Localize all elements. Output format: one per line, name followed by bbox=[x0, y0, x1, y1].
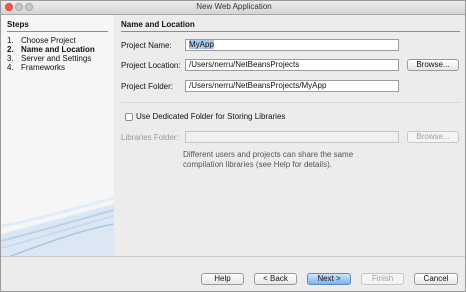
section-heading: Name and Location bbox=[121, 20, 195, 29]
next-button[interactable]: Next > bbox=[307, 273, 351, 285]
back-button[interactable]: < Back bbox=[254, 273, 297, 285]
window-title: New Web Application bbox=[196, 2, 272, 11]
steps-panel: Steps 1. Choose Project 2. Name and Locati… bbox=[1, 15, 114, 256]
steps-heading: Steps bbox=[7, 20, 29, 29]
project-location-input[interactable]: /Users/nerru/NetBeansProjects bbox=[185, 59, 399, 71]
project-folder-input[interactable]: /Users/nerru/NetBeansProjects/MyApp bbox=[185, 80, 399, 92]
project-location-label: Project Location: bbox=[121, 61, 181, 70]
steps-list: 1. Choose Project 2. Name and Location 3. S… bbox=[7, 36, 95, 72]
project-name-input[interactable]: MyApp bbox=[185, 39, 399, 51]
title-bar: New Web Application bbox=[1, 1, 465, 15]
dedicated-folder-checkbox[interactable] bbox=[125, 113, 133, 121]
libraries-folder-label: Libraries Folder: bbox=[121, 133, 179, 142]
browse-location-button[interactable]: Browse... bbox=[407, 59, 459, 71]
project-name-label: Project Name: bbox=[121, 41, 172, 50]
dedicated-folder-label[interactable]: Use Dedicated Folder for Storing Librari… bbox=[136, 112, 285, 121]
section-divider bbox=[121, 31, 460, 32]
steps-divider bbox=[7, 31, 108, 32]
step-item: 4. Frameworks bbox=[7, 63, 66, 72]
step-item: 1. Choose Project bbox=[7, 36, 76, 45]
cancel-button[interactable]: Cancel bbox=[414, 273, 458, 285]
netbeans-decoration-graphic bbox=[1, 196, 114, 256]
options-separator bbox=[121, 102, 460, 103]
button-bar-separator bbox=[1, 256, 465, 257]
libraries-info-text: Different users and projects can share t… bbox=[183, 150, 354, 169]
project-folder-label: Project Folder: bbox=[121, 82, 174, 91]
step-item-current: 2. Name and Location bbox=[7, 45, 95, 54]
wizard-window: New Web Application Steps 1. Choose Proje… bbox=[0, 0, 466, 292]
browse-libraries-button[interactable]: Browse... bbox=[407, 131, 459, 143]
libraries-folder-input[interactable] bbox=[185, 131, 399, 143]
finish-button[interactable]: Finish bbox=[361, 273, 404, 285]
step-item: 3. Server and Settings bbox=[7, 54, 92, 63]
help-button[interactable]: Help bbox=[201, 273, 244, 285]
content-panel: Name and Location Project Name: MyApp Pr… bbox=[114, 15, 465, 256]
